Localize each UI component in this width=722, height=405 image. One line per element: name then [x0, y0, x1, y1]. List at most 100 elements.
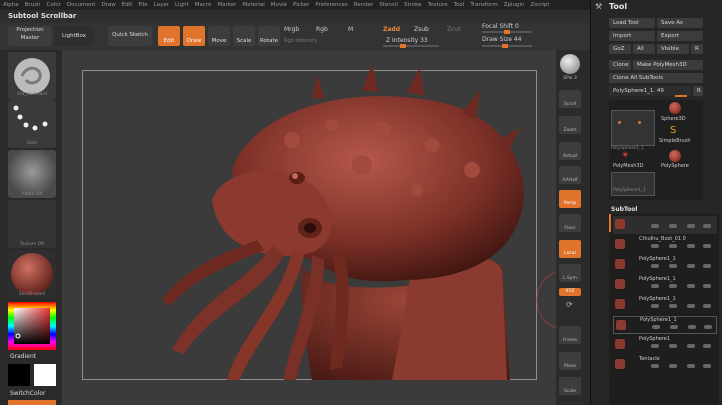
menu-item[interactable]: Alpha — [0, 2, 22, 8]
subtool-toggle[interactable] — [703, 364, 711, 368]
alternate-toggle[interactable] — [8, 400, 56, 405]
all-button[interactable]: All — [633, 44, 655, 54]
subtool-toggle[interactable] — [669, 224, 677, 228]
subtool-toggle[interactable] — [651, 344, 659, 348]
export-button[interactable]: Export — [657, 31, 703, 41]
rotate-axis-icon[interactable]: ⟳ — [566, 300, 573, 309]
subtool-toggle[interactable] — [703, 244, 711, 248]
menu-item[interactable]: Edit — [119, 2, 136, 8]
menu-item[interactable]: Stroke — [401, 2, 425, 8]
zadd-button[interactable]: Zadd — [383, 26, 400, 33]
polymesh3d-icon[interactable]: ✶ — [621, 150, 629, 161]
edit-button[interactable]: Edit — [158, 26, 180, 46]
texture-thumbnail[interactable] — [8, 200, 56, 248]
subtool-toggle[interactable] — [651, 264, 659, 268]
xyz-button[interactable]: XYZ — [559, 288, 581, 296]
r-button[interactable]: R — [691, 44, 703, 54]
subtool-toggle[interactable] — [687, 224, 695, 228]
r2-button[interactable]: R — [693, 86, 703, 96]
menu-item[interactable]: Texture — [425, 2, 451, 8]
move-button[interactable]: Move — [208, 26, 230, 46]
canvas-viewport[interactable] — [62, 50, 556, 405]
alpha-thumbnail[interactable] — [8, 150, 56, 198]
menu-item[interactable]: Color — [44, 2, 64, 8]
menu-item[interactable]: Macro — [192, 2, 215, 8]
menu-item[interactable]: Tool — [451, 2, 468, 8]
subtool-toggle[interactable] — [703, 304, 711, 308]
make-polymesh3d-button[interactable]: Make PolyMesh3D — [633, 60, 703, 70]
subtool-toggle[interactable] — [669, 284, 677, 288]
subtool-toggle[interactable] — [687, 264, 695, 268]
subtool-toggle[interactable] — [651, 224, 659, 228]
mrgb-button[interactable]: Mrgb — [284, 26, 299, 33]
subtool-toggle[interactable] — [688, 325, 696, 329]
focal-shift-slider[interactable] — [482, 30, 532, 34]
subtool-row[interactable]: PolySphere1_1 — [613, 316, 717, 334]
subtool-toggle[interactable] — [669, 304, 677, 308]
subtool-toggle[interactable] — [687, 244, 695, 248]
menu-item[interactable]: Brush — [22, 2, 44, 8]
menu-item[interactable]: Zscript — [527, 2, 552, 8]
save-as-button[interactable]: Save As — [657, 18, 703, 28]
subtool-toggle[interactable] — [687, 284, 695, 288]
menu-item[interactable]: Transform — [467, 2, 500, 8]
draw-size-slider[interactable] — [482, 44, 532, 48]
lightbox-button[interactable]: LightBox — [55, 26, 93, 46]
rotate-button[interactable]: Rotate — [258, 26, 280, 46]
scale-button[interactable]: Scale — [233, 26, 255, 46]
subtool-header[interactable]: SubTool — [611, 206, 637, 213]
subtool-toggle[interactable] — [669, 344, 677, 348]
subtool-row[interactable] — [613, 216, 717, 234]
material-thumbnail[interactable] — [8, 250, 56, 298]
menu-item[interactable]: File — [135, 2, 150, 8]
menu-item[interactable]: Draw — [98, 2, 118, 8]
subtool-scrollbar[interactable] — [609, 214, 611, 232]
menu-item[interactable]: Picker — [290, 2, 312, 8]
subtool-toggle[interactable] — [651, 244, 659, 248]
subtool-toggle[interactable] — [704, 325, 712, 329]
subtool-row[interactable]: PolySphere1_1 — [613, 256, 717, 274]
bpr-icon[interactable] — [560, 54, 580, 74]
menu-item[interactable]: Zplugin — [501, 2, 528, 8]
subtool-toggle[interactable] — [703, 224, 711, 228]
subtool-toggle[interactable] — [687, 304, 695, 308]
polysphere-icon[interactable] — [669, 150, 681, 162]
subtool-toggle[interactable] — [651, 364, 659, 368]
menu-item[interactable]: Material — [239, 2, 267, 8]
color-picker[interactable] — [8, 302, 56, 350]
sphere3d-icon[interactable] — [669, 102, 681, 114]
subtool-toggle[interactable] — [703, 344, 711, 348]
subtool-toggle[interactable] — [669, 264, 677, 268]
import-button[interactable]: Import — [609, 31, 655, 41]
clone-button[interactable]: Clone — [609, 60, 631, 70]
subtool-toggle[interactable] — [651, 284, 659, 288]
clone-all-subtools-button[interactable]: Clone All SubTools — [609, 73, 703, 83]
subtool-toggle[interactable] — [687, 344, 695, 348]
simplebrush-icon[interactable]: S — [670, 125, 676, 136]
draw-button[interactable]: Draw — [183, 26, 205, 46]
menu-item[interactable]: Marker — [214, 2, 239, 8]
subtool-toggle[interactable] — [669, 244, 677, 248]
subtool-toggle[interactable] — [703, 264, 711, 268]
subtool-row[interactable]: Cthulhu_Bust_01 0 — [613, 236, 717, 254]
subtool-row[interactable]: Tentacle — [613, 356, 717, 374]
goz-button[interactable]: GoZ — [609, 44, 631, 54]
menu-item[interactable]: Light — [172, 2, 192, 8]
subtool-toggle[interactable] — [703, 284, 711, 288]
load-tool-button[interactable]: Load Tool — [609, 18, 655, 28]
subtool-toggle[interactable] — [651, 304, 659, 308]
subtool-row[interactable]: PolySphere1 — [613, 336, 717, 354]
visible-button[interactable]: Visible — [657, 44, 689, 54]
z-intensity-slider[interactable] — [383, 44, 439, 48]
menu-item[interactable]: Layer — [151, 2, 172, 8]
menu-item[interactable]: Document — [64, 2, 99, 8]
zsub-button[interactable]: Zsub — [414, 26, 429, 33]
subtool-toggle[interactable] — [687, 364, 695, 368]
quick-sketch-button[interactable]: Quick Sketch — [108, 26, 152, 46]
main-color-swatch[interactable] — [8, 364, 30, 386]
projection-master-button[interactable]: Projection Master — [8, 26, 52, 46]
subtool-row[interactable]: PolySphere1_1 — [613, 276, 717, 294]
subtool-toggle[interactable] — [669, 364, 677, 368]
rgb-button[interactable]: Rgb — [316, 26, 328, 33]
menu-item[interactable]: Preferences — [312, 2, 350, 8]
